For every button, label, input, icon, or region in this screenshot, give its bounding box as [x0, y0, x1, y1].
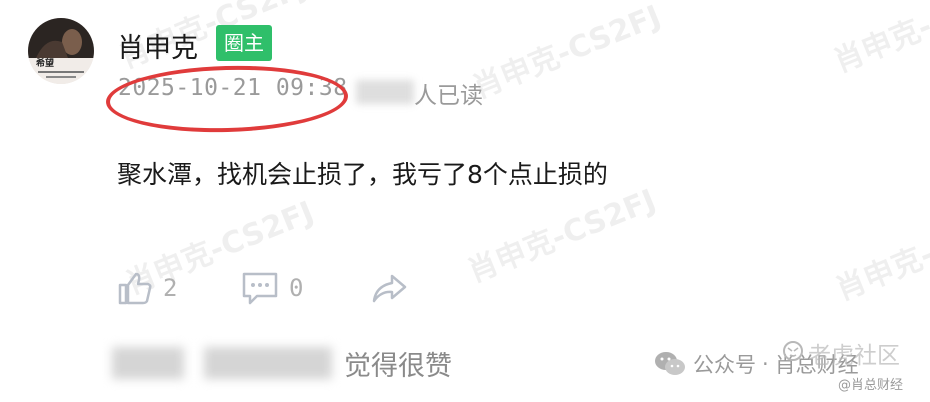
liked-by-label: 觉得很赞	[344, 351, 452, 382]
post-content: 聚水潭，找机会止损了，我亏了8个点止损的	[117, 160, 608, 189]
tiger-icon	[783, 341, 803, 361]
like-count: 2	[163, 274, 178, 302]
avatar-photo	[28, 18, 94, 84]
avatar[interactable]: 希望	[28, 18, 94, 84]
share-button[interactable]	[370, 266, 408, 310]
share-icon	[372, 274, 407, 303]
read-count-redacted	[356, 80, 414, 104]
highlight-ellipse	[105, 62, 349, 136]
comment-count: 0	[289, 274, 304, 302]
liked-by-redacted	[112, 347, 184, 379]
avatar-caption: 希望	[36, 59, 55, 69]
wechat-icon	[655, 352, 685, 375]
brand-watermark: 老虎社区	[808, 343, 900, 369]
watermark: 肖申克-CS2FJ	[467, 0, 666, 106]
read-count-label: 人已读	[414, 83, 483, 109]
liked-by-redacted	[204, 347, 332, 379]
avatar-fineprint	[38, 71, 84, 73]
thumbs-up-icon	[118, 272, 152, 305]
watermark: 肖申克-CS2FJ	[830, 200, 930, 308]
author-name[interactable]: 肖申克	[117, 26, 198, 65]
comment-button[interactable]: 0	[241, 266, 303, 310]
watermark: 肖申克-CS2FJ	[462, 182, 661, 290]
watermark: 肖申克-CS2FJ	[828, 0, 930, 80]
like-button[interactable]: 2	[117, 266, 177, 310]
wechat-separator: ·	[762, 352, 769, 376]
owner-badge: 圈主	[216, 25, 272, 61]
wechat-label: 公众号	[693, 353, 756, 377]
comment-icon	[242, 272, 278, 305]
brand-handle: @肖总财经	[838, 378, 904, 393]
avatar-fineprint	[46, 76, 76, 78]
